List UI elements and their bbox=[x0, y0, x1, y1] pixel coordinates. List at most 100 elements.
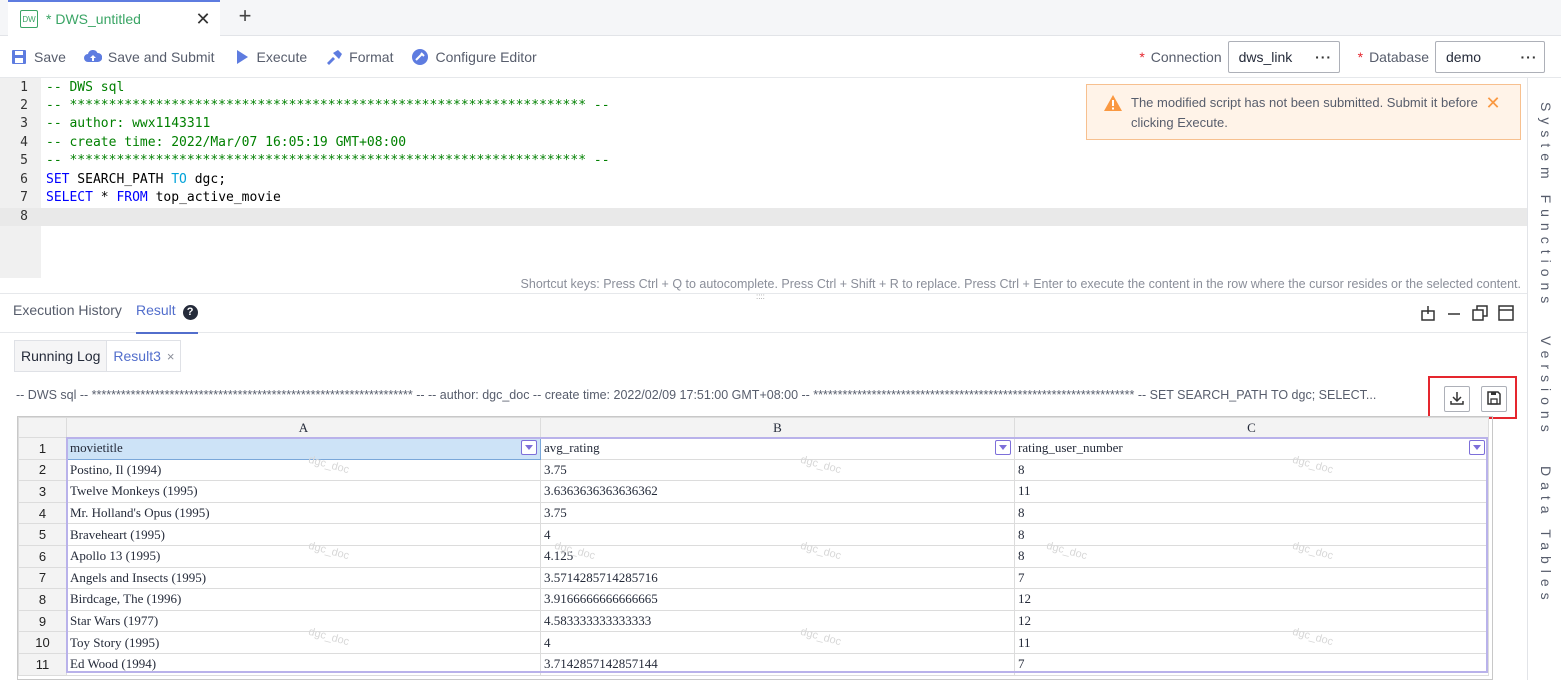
table-cell[interactable]: 3.7142857142857144 bbox=[540, 652, 1015, 676]
restore-icon[interactable] bbox=[1471, 304, 1489, 322]
close-subtab-icon[interactable]: × bbox=[167, 349, 175, 364]
table-cell[interactable]: Angels and Insects (1995) bbox=[66, 566, 541, 590]
download-button[interactable] bbox=[1444, 386, 1470, 412]
table-cell[interactable]: Birdcage, The (1996) bbox=[66, 588, 541, 611]
table-row[interactable]: 3 Twelve Monkeys (1995) 3.6363636363636362… bbox=[18, 480, 1489, 503]
table-cell[interactable]: 4 bbox=[540, 631, 1015, 654]
save-result-button[interactable] bbox=[1481, 386, 1507, 412]
subtab-running-log[interactable]: Running Log bbox=[14, 340, 108, 372]
close-tab-icon[interactable]: ✕ bbox=[192, 9, 214, 30]
table-cell[interactable]: 4 bbox=[540, 523, 1015, 546]
database-select[interactable]: demo ··· bbox=[1435, 41, 1545, 73]
pin-icon[interactable] bbox=[1419, 304, 1437, 322]
table-row[interactable]: 9 Star Wars (1977) 4.583333333333333 12 bbox=[18, 609, 1489, 633]
code-line[interactable]: 7 SELECT * FROM top_active_movie bbox=[0, 189, 1527, 207]
header-cell[interactable]: movietitle bbox=[66, 437, 541, 460]
code-line[interactable]: 5 -- ************************************… bbox=[0, 152, 1527, 170]
subtab-result3[interactable]: Result3 × bbox=[107, 340, 182, 372]
result-grid[interactable]: A B C 1 movietitle avg_rating rating_user_n… bbox=[17, 416, 1493, 680]
table-cell[interactable]: Twelve Monkeys (1995) bbox=[66, 480, 541, 503]
table-cell[interactable]: Toy Story (1995) bbox=[66, 631, 541, 654]
column-header-b[interactable]: B bbox=[540, 417, 1015, 438]
execute-button[interactable]: Execute bbox=[233, 48, 307, 66]
table-cell[interactable]: 8 bbox=[1014, 544, 1489, 568]
tab-execution-history[interactable]: Execution History bbox=[13, 302, 122, 318]
table-row[interactable]: 10 Toy Story (1995) 4 11 bbox=[18, 631, 1489, 654]
column-header-c[interactable]: C bbox=[1014, 417, 1489, 438]
code-line-active[interactable]: 8 bbox=[0, 208, 1527, 226]
table-cell[interactable]: 3.5714285714285716 bbox=[540, 566, 1015, 590]
sidebar-item-system-functions[interactable]: System Functions bbox=[1538, 102, 1554, 309]
tab-result[interactable]: Result ? bbox=[136, 302, 198, 334]
table-row[interactable]: 11 Ed Wood (1994) 3.7142857142857144 7 bbox=[18, 652, 1489, 676]
row-number[interactable]: 7 bbox=[18, 566, 67, 590]
table-row[interactable]: 8 Birdcage, The (1996) 3.9166666666666665 1… bbox=[18, 588, 1489, 611]
table-cell[interactable]: 12 bbox=[1014, 588, 1489, 611]
code-line[interactable]: 6 SET SEARCH_PATH TO dgc; bbox=[0, 171, 1527, 189]
table-row[interactable]: 4 Mr. Holland's Opus (1995) 3.75 8 bbox=[18, 501, 1489, 525]
table-cell[interactable]: 8 bbox=[1014, 523, 1489, 546]
header-cell[interactable]: rating_user_number bbox=[1014, 437, 1489, 460]
table-cell[interactable]: 3.9166666666666665 bbox=[540, 588, 1015, 611]
header-row[interactable]: 1 movietitle avg_rating rating_user_number bbox=[18, 437, 1489, 460]
row-number[interactable]: 5 bbox=[18, 523, 67, 546]
filter-dropdown-icon[interactable] bbox=[1469, 440, 1485, 455]
table-row[interactable]: 7 Angels and Insects (1995) 3.571428571428… bbox=[18, 566, 1489, 590]
table-cell[interactable]: 7 bbox=[1014, 652, 1489, 676]
table-cell[interactable]: Mr. Holland's Opus (1995) bbox=[66, 501, 541, 525]
line-number: 7 bbox=[20, 190, 28, 205]
header-cell[interactable]: avg_rating bbox=[540, 437, 1015, 460]
table-cell[interactable]: 3.75 bbox=[540, 501, 1015, 525]
more-icon[interactable]: ··· bbox=[1309, 49, 1339, 65]
file-tab-dws-untitled[interactable]: DW * DWS_untitled ✕ bbox=[8, 0, 220, 36]
table-cell[interactable]: 12 bbox=[1014, 609, 1489, 633]
table-row[interactable]: 2 Postino, Il (1994) 3.75 8 bbox=[18, 458, 1489, 482]
row-number[interactable]: 3 bbox=[18, 480, 67, 503]
table-cell[interactable]: 11 bbox=[1014, 631, 1489, 654]
database-value: demo bbox=[1446, 49, 1482, 65]
maximize-icon[interactable] bbox=[1497, 304, 1515, 322]
sidebar-item-versions[interactable]: Versions bbox=[1538, 336, 1554, 438]
format-button[interactable]: Format bbox=[325, 48, 393, 66]
close-warning-icon[interactable]: ✕ bbox=[1482, 93, 1504, 139]
column-header-a[interactable]: A bbox=[66, 417, 541, 438]
configure-editor-button[interactable]: Configure Editor bbox=[411, 48, 537, 66]
row-number[interactable]: 8 bbox=[18, 588, 67, 611]
table-cell[interactable]: 8 bbox=[1014, 458, 1489, 482]
filter-dropdown-icon[interactable] bbox=[521, 440, 537, 455]
cell-value: Postino, Il (1994) bbox=[70, 461, 162, 477]
minimize-icon[interactable] bbox=[1445, 304, 1463, 322]
sidebar-item-data-tables[interactable]: Data Tables bbox=[1538, 466, 1554, 606]
table-cell[interactable]: Star Wars (1977) bbox=[66, 609, 541, 633]
table-cell[interactable]: 8 bbox=[1014, 501, 1489, 525]
row-number[interactable]: 9 bbox=[18, 609, 67, 633]
table-cell[interactable]: 4.125 bbox=[540, 544, 1015, 568]
sql-keyword: SET bbox=[46, 172, 70, 187]
add-tab-button[interactable]: + bbox=[232, 4, 258, 30]
table-row[interactable]: 6 Apollo 13 (1995) 4.125 8 bbox=[18, 544, 1489, 568]
help-icon[interactable]: ? bbox=[182, 305, 198, 320]
table-cell[interactable]: 3.75 bbox=[540, 458, 1015, 482]
table-cell[interactable]: Postino, Il (1994) bbox=[66, 458, 541, 482]
save-and-submit-button[interactable]: Save and Submit bbox=[83, 48, 215, 66]
row-number[interactable]: 6 bbox=[18, 544, 67, 568]
table-cell[interactable]: 7 bbox=[1014, 566, 1489, 590]
table-cell[interactable]: 4.583333333333333 bbox=[540, 609, 1015, 633]
filter-dropdown-icon[interactable] bbox=[995, 440, 1011, 455]
table-cell[interactable]: Ed Wood (1994) bbox=[66, 652, 541, 676]
connection-select[interactable]: dws_link ··· bbox=[1227, 41, 1340, 73]
table-cell[interactable]: 3.6363636363636362 bbox=[540, 480, 1015, 503]
code-text: SET SEARCH_PATH TO dgc; bbox=[46, 171, 226, 189]
row-number[interactable]: 2 bbox=[18, 458, 67, 482]
save-button[interactable]: Save bbox=[10, 48, 66, 66]
table-cell[interactable]: Braveheart (1995) bbox=[66, 523, 541, 546]
row-number[interactable]: 11 bbox=[18, 652, 67, 676]
table-row[interactable]: 5 Braveheart (1995) 4 8 bbox=[18, 523, 1489, 546]
row-number[interactable]: 10 bbox=[18, 631, 67, 654]
row-number[interactable]: 4 bbox=[18, 501, 67, 525]
more-icon[interactable]: ··· bbox=[1514, 49, 1544, 65]
table-cell[interactable]: 11 bbox=[1014, 480, 1489, 503]
required-mark: * bbox=[1139, 49, 1145, 65]
row-number[interactable]: 1 bbox=[18, 437, 67, 460]
table-cell[interactable]: Apollo 13 (1995) bbox=[66, 544, 541, 568]
